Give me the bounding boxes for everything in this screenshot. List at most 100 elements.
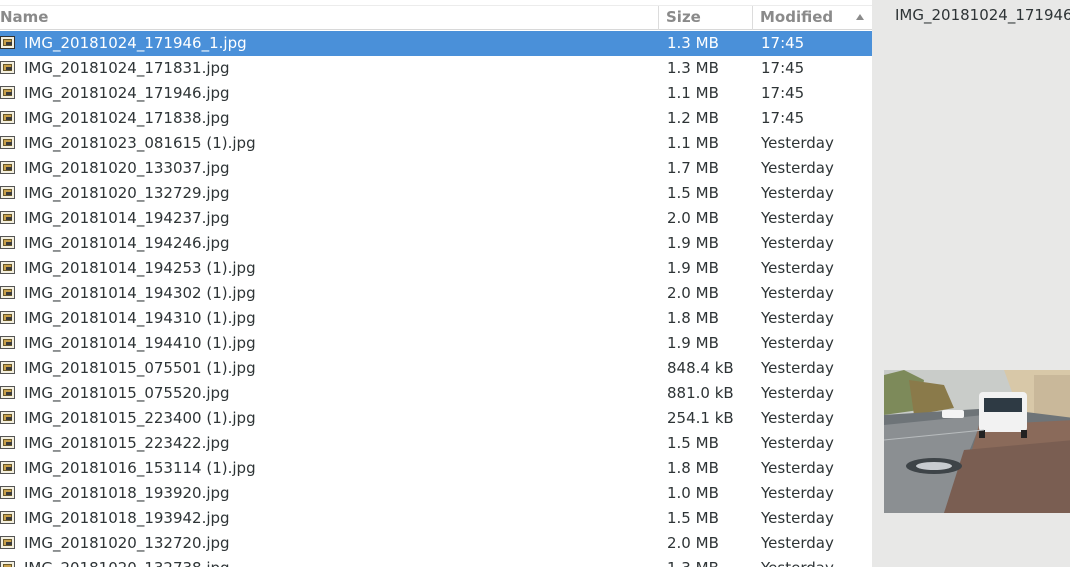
- file-list[interactable]: Name Size Modified IMG_20181024_171946_1…: [0, 0, 872, 567]
- file-name: IMG_20181018_193920.jpg: [24, 484, 230, 502]
- file-row[interactable]: IMG_20181015_075520.jpg 881.0 kB Yesterday: [0, 381, 872, 406]
- file-row[interactable]: IMG_20181014_194253 (1).jpg 1.9 MB Yesterd…: [0, 256, 872, 281]
- image-file-icon: [0, 436, 15, 449]
- file-size: 2.0 MB: [667, 534, 719, 552]
- file-size: 254.1 kB: [667, 409, 734, 427]
- file-modified: Yesterday: [761, 309, 834, 327]
- file-name: IMG_20181014_194410 (1).jpg: [24, 334, 256, 352]
- file-name: IMG_20181023_081615 (1).jpg: [24, 134, 256, 152]
- image-file-icon: [0, 86, 15, 99]
- file-row[interactable]: IMG_20181018_193942.jpg 1.5 MB Yesterday: [0, 506, 872, 531]
- image-file-icon: [0, 536, 15, 549]
- file-modified: 17:45: [761, 59, 805, 77]
- file-row[interactable]: IMG_20181024_171946_1.jpg 1.3 MB 17:45: [0, 31, 872, 56]
- image-file-icon: [0, 186, 15, 199]
- file-modified: Yesterday: [761, 209, 834, 227]
- image-file-icon: [0, 336, 15, 349]
- file-row[interactable]: IMG_20181014_194410 (1).jpg 1.9 MB Yesterd…: [0, 331, 872, 356]
- file-row[interactable]: IMG_20181014_194237.jpg 2.0 MB Yesterday: [0, 206, 872, 231]
- file-name: IMG_20181020_133037.jpg: [24, 159, 230, 177]
- file-modified: 17:45: [761, 84, 805, 102]
- name-column-header[interactable]: Name: [0, 6, 658, 30]
- preview-pane: IMG_20181024_171946_1.jpg: [872, 0, 1070, 567]
- file-name: IMG_20181024_171946_1.jpg: [24, 34, 247, 52]
- file-size: 1.3 MB: [667, 59, 719, 77]
- image-file-icon: [0, 36, 15, 49]
- file-size: 881.0 kB: [667, 384, 734, 402]
- file-size: 1.3 MB: [667, 34, 719, 52]
- image-file-icon: [0, 561, 15, 567]
- file-size: 1.9 MB: [667, 259, 719, 277]
- file-name: IMG_20181014_194253 (1).jpg: [24, 259, 256, 277]
- image-file-icon: [0, 286, 15, 299]
- image-file-icon: [0, 486, 15, 499]
- file-name: IMG_20181024_171831.jpg: [24, 59, 230, 77]
- file-name: IMG_20181020_132738.jpg: [24, 556, 654, 567]
- file-modified: Yesterday: [761, 234, 834, 252]
- image-file-icon: [0, 161, 15, 174]
- file-size: 1.9 MB: [667, 234, 719, 252]
- file-name: IMG_20181015_223400 (1).jpg: [24, 409, 256, 427]
- file-name: IMG_20181014_194237.jpg: [24, 209, 230, 227]
- file-modified: 17:45: [761, 109, 805, 127]
- file-rows: IMG_20181024_171946_1.jpg 1.3 MB 17:45 IMG_…: [0, 31, 872, 567]
- file-row[interactable]: IMG_20181015_223422.jpg 1.5 MB Yesterday: [0, 431, 872, 456]
- file-size: 1.1 MB: [667, 84, 719, 102]
- preview-thumbnail: [884, 370, 1070, 513]
- modified-column-header[interactable]: Modified: [752, 6, 872, 30]
- file-row[interactable]: IMG_20181018_193920.jpg 1.0 MB Yesterday: [0, 481, 872, 506]
- file-size: 1.5 MB: [667, 509, 719, 527]
- file-name: IMG_20181014_194302 (1).jpg: [24, 284, 256, 302]
- file-modified: Yesterday: [761, 259, 834, 277]
- file-row[interactable]: IMG_20181024_171831.jpg 1.3 MB 17:45: [0, 56, 872, 81]
- file-size: 2.0 MB: [667, 284, 719, 302]
- file-modified: Yesterday: [761, 556, 871, 567]
- file-size: 2.0 MB: [667, 209, 719, 227]
- image-file-icon: [0, 111, 15, 124]
- image-file-icon: [0, 261, 15, 274]
- image-file-icon: [0, 511, 15, 524]
- image-file-icon: [0, 311, 15, 324]
- file-modified: Yesterday: [761, 434, 834, 452]
- image-file-icon: [0, 211, 15, 224]
- file-name: IMG_20181020_132720.jpg: [24, 534, 230, 552]
- file-row[interactable]: IMG_20181020_132720.jpg 2.0 MB Yesterday: [0, 531, 872, 556]
- file-row[interactable]: IMG_20181023_081615 (1).jpg 1.1 MB Yesterd…: [0, 131, 872, 156]
- file-chooser: Name Size Modified IMG_20181024_171946_1…: [0, 0, 1070, 567]
- file-row[interactable]: IMG_20181020_132738.jpg 1.3 MB Yesterday: [0, 556, 872, 567]
- file-row[interactable]: IMG_20181024_171838.jpg 1.2 MB 17:45: [0, 106, 872, 131]
- file-row[interactable]: IMG_20181016_153114 (1).jpg 1.8 MB Yesterd…: [0, 456, 872, 481]
- image-file-icon: [0, 461, 15, 474]
- file-row[interactable]: IMG_20181014_194310 (1).jpg 1.8 MB Yesterd…: [0, 306, 872, 331]
- file-modified: Yesterday: [761, 459, 834, 477]
- file-name: IMG_20181015_075501 (1).jpg: [24, 359, 256, 377]
- file-size: 1.1 MB: [667, 134, 719, 152]
- file-modified: Yesterday: [761, 359, 834, 377]
- image-file-icon: [0, 136, 15, 149]
- file-modified: Yesterday: [761, 284, 834, 302]
- file-modified: Yesterday: [761, 534, 834, 552]
- size-column-header[interactable]: Size: [658, 6, 752, 30]
- image-file-icon: [0, 236, 15, 249]
- column-header-bar: Name Size Modified: [0, 5, 872, 30]
- file-row[interactable]: IMG_20181014_194302 (1).jpg 2.0 MB Yesterd…: [0, 281, 872, 306]
- file-row[interactable]: IMG_20181024_171946.jpg 1.1 MB 17:45: [0, 81, 872, 106]
- file-name: IMG_20181024_171838.jpg: [24, 109, 230, 127]
- file-size: 1.3 MB: [667, 556, 752, 567]
- file-row[interactable]: IMG_20181015_223400 (1).jpg 254.1 kB Yeste…: [0, 406, 872, 431]
- street-photo-thumbnail: [884, 370, 1070, 513]
- file-modified: Yesterday: [761, 509, 834, 527]
- file-row[interactable]: IMG_20181020_133037.jpg 1.7 MB Yesterday: [0, 156, 872, 181]
- file-row[interactable]: IMG_20181014_194246.jpg 1.9 MB Yesterday: [0, 231, 872, 256]
- file-name: IMG_20181024_171946.jpg: [24, 84, 230, 102]
- sort-ascending-icon: [856, 14, 864, 20]
- file-size: 848.4 kB: [667, 359, 734, 377]
- file-modified: 17:45: [761, 34, 805, 52]
- file-row[interactable]: IMG_20181020_132729.jpg 1.5 MB Yesterday: [0, 181, 872, 206]
- file-size: 1.5 MB: [667, 434, 719, 452]
- file-name: IMG_20181018_193942.jpg: [24, 509, 230, 527]
- file-row[interactable]: IMG_20181015_075501 (1).jpg 848.4 kB Yeste…: [0, 356, 872, 381]
- file-size: 1.5 MB: [667, 184, 719, 202]
- file-size: 1.8 MB: [667, 459, 719, 477]
- file-modified: Yesterday: [761, 159, 834, 177]
